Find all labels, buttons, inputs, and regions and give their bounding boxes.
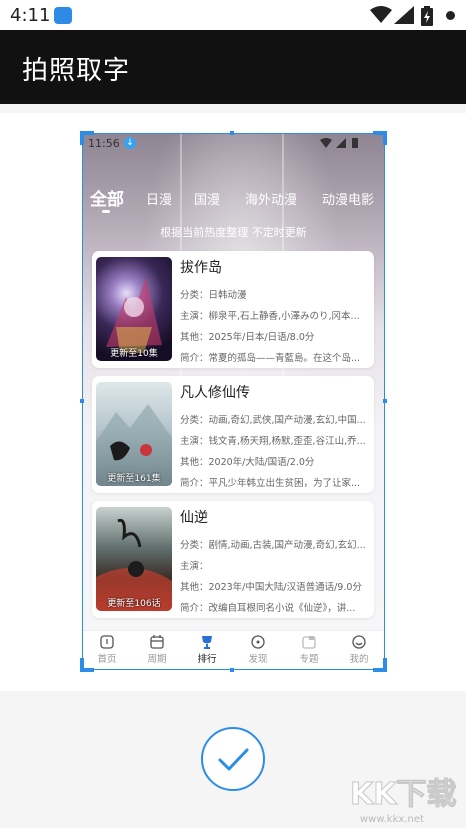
crop-handle-bottom[interactable] — [230, 668, 234, 672]
checkmark-icon — [218, 748, 249, 771]
watermark: KK下载 www.kkx.net — [346, 770, 462, 826]
signal-icon — [394, 6, 414, 24]
watermark-logo: KK下载 www.kkx.net — [350, 777, 458, 826]
crop-handle-bottom-left[interactable] — [80, 658, 94, 672]
crop-frame[interactable] — [82, 133, 385, 670]
battery-icon — [421, 6, 433, 26]
crop-handle-left[interactable] — [80, 399, 84, 403]
title-bar: 拍照取字 — [0, 30, 466, 104]
svg-text:KK下载: KK下载 — [350, 777, 457, 812]
status-time: 4:11 — [10, 5, 51, 26]
crop-handle-right[interactable] — [383, 399, 387, 403]
notification-dot-icon — [446, 11, 455, 20]
crop-handle-top-right[interactable] — [373, 131, 387, 145]
status-bar: 4:11 — [0, 0, 466, 30]
crop-handle-top[interactable] — [230, 131, 234, 135]
crop-handle-top-left[interactable] — [80, 131, 94, 145]
app-notification-icon — [54, 7, 72, 24]
confirm-button[interactable] — [201, 727, 265, 791]
wifi-icon — [370, 6, 392, 23]
page-title: 拍照取字 — [22, 56, 131, 86]
svg-text:www.kkx.net: www.kkx.net — [360, 814, 424, 825]
crop-handle-bottom-right[interactable] — [373, 658, 387, 672]
